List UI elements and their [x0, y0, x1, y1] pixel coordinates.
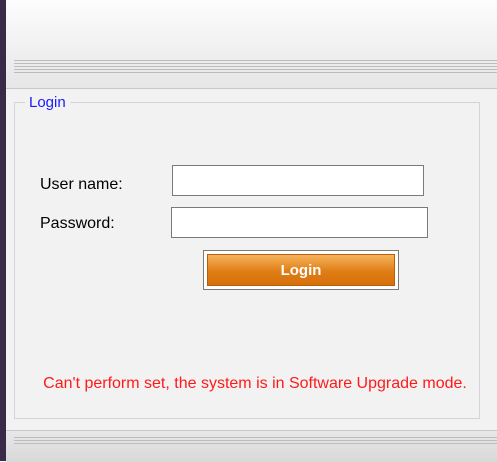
password-input[interactable] [171, 207, 428, 238]
error-message: Can't perform set, the system is in Soft… [43, 375, 467, 392]
login-button-label: Login [207, 254, 395, 286]
username-input[interactable] [172, 165, 424, 196]
password-label: Password: [40, 215, 115, 232]
login-legend: Login [29, 94, 66, 111]
header-stripes [14, 60, 497, 75]
username-label: User name: [40, 176, 123, 193]
footer-stripes [14, 437, 497, 446]
footer-bar [6, 430, 497, 462]
login-button[interactable]: Login [203, 250, 399, 290]
header-bar [6, 0, 497, 89]
